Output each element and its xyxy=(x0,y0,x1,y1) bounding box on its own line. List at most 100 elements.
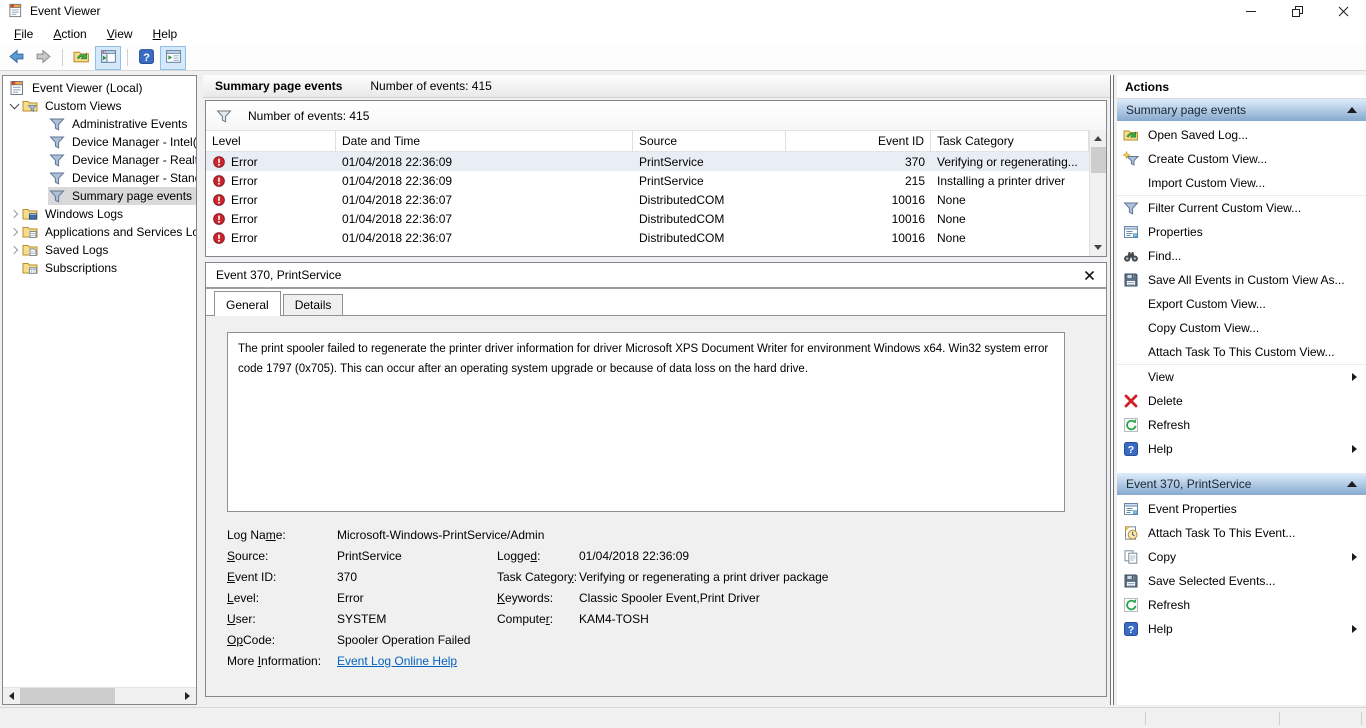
actions-section-summary-page-events[interactable]: Summary page events xyxy=(1117,99,1366,121)
tab-details[interactable]: Details xyxy=(283,294,344,315)
event-id-cell: 10016 xyxy=(786,212,931,226)
tree-item-applications-and-services-lo[interactable]: Applications and Services Lo xyxy=(3,223,196,241)
scrollbar-thumb[interactable] xyxy=(1091,147,1106,173)
close-button[interactable] xyxy=(1320,0,1366,22)
folder-filter-icon xyxy=(22,98,38,114)
tree-expander[interactable] xyxy=(7,211,21,217)
table-row[interactable]: Error01/04/2018 22:36:09PrintService215I… xyxy=(206,171,1106,190)
task-icon xyxy=(1123,525,1139,541)
action-import-custom-view[interactable]: Import Custom View... xyxy=(1117,171,1366,195)
submenu-arrow-icon xyxy=(1352,445,1357,453)
tree-item-device-manager-standa[interactable]: Device Manager - Standa xyxy=(3,169,196,187)
tree-item-device-manager-intel-r[interactable]: Device Manager - Intel(R xyxy=(3,133,196,151)
scroll-left-button[interactable] xyxy=(3,688,20,705)
action-event-properties[interactable]: Event Properties xyxy=(1117,497,1366,521)
action-refresh[interactable]: Refresh xyxy=(1117,413,1366,437)
collapse-icon[interactable] xyxy=(1347,481,1357,487)
table-row[interactable]: Error01/04/2018 22:36:07DistributedCOM10… xyxy=(206,228,1106,247)
menu-view[interactable]: View xyxy=(97,24,143,44)
action-help[interactable]: ?Help xyxy=(1117,437,1366,461)
tree-item-device-manager-realtek[interactable]: Device Manager - Realtek xyxy=(3,151,196,169)
action-attach-task-to-this-event[interactable]: Attach Task To This Event... xyxy=(1117,521,1366,545)
detail-close-button[interactable] xyxy=(1082,268,1096,282)
tree-item-windows-logs[interactable]: Windows Logs xyxy=(3,205,196,223)
forward-arrow-button[interactable] xyxy=(30,46,56,70)
action-filter-current-custom-view[interactable]: Filter Current Custom View... xyxy=(1117,195,1366,220)
column-header-task-category[interactable]: Task Category xyxy=(931,131,1089,152)
menu-file[interactable]: File xyxy=(4,24,43,44)
action-delete[interactable]: Delete xyxy=(1117,389,1366,413)
action-copy-custom-view[interactable]: Copy Custom View... xyxy=(1117,316,1366,340)
tree-item-event-viewer-local[interactable]: Event Viewer (Local) xyxy=(3,79,196,97)
action-copy[interactable]: Copy xyxy=(1117,545,1366,569)
column-header-date-and-time[interactable]: Date and Time xyxy=(336,131,633,152)
restore-button[interactable] xyxy=(1274,0,1320,22)
filter-icon xyxy=(49,152,65,168)
action-label: Event Properties xyxy=(1148,502,1237,516)
action-properties[interactable]: Properties xyxy=(1117,220,1366,244)
tab-general[interactable]: General xyxy=(214,291,281,316)
tree-item-administrative-events[interactable]: Administrative Events xyxy=(3,115,196,133)
events-vertical-scrollbar[interactable] xyxy=(1089,130,1106,256)
event-id-cell: 10016 xyxy=(786,231,931,245)
collapse-icon[interactable] xyxy=(1347,107,1357,113)
action-find[interactable]: Find... xyxy=(1117,244,1366,268)
event-datetime-cell: 01/04/2018 22:36:09 xyxy=(336,174,633,188)
scroll-up-button[interactable] xyxy=(1090,130,1106,147)
column-header-level[interactable]: Level xyxy=(206,131,336,152)
action-save-all-events-in-custom-view-as[interactable]: Save All Events in Custom View As... xyxy=(1117,268,1366,292)
table-row[interactable]: Error01/04/2018 22:36:07DistributedCOM10… xyxy=(206,190,1106,209)
scroll-down-button[interactable] xyxy=(1090,239,1106,256)
event-id-cell: 10016 xyxy=(786,193,931,207)
action-view[interactable]: View xyxy=(1117,364,1366,389)
action-export-custom-view[interactable]: Export Custom View... xyxy=(1117,292,1366,316)
tree-expander[interactable] xyxy=(7,247,21,253)
column-header-source[interactable]: Source xyxy=(633,131,786,152)
scrollbar-thumb[interactable] xyxy=(20,688,115,705)
actions-section-event-370-printservice[interactable]: Event 370, PrintService xyxy=(1117,473,1366,495)
tree-item-custom-views[interactable]: Custom Views xyxy=(3,97,196,115)
field-label-source: Source: xyxy=(227,549,337,563)
tree-item-summary-page-events[interactable]: Summary page events xyxy=(3,187,196,205)
action-label: Save All Events in Custom View As... xyxy=(1148,273,1345,287)
filter-icon xyxy=(49,170,65,186)
pane-splitter[interactable] xyxy=(1110,75,1114,705)
action-refresh[interactable]: Refresh xyxy=(1117,593,1366,617)
filter-event-count: Number of events: 415 xyxy=(248,109,369,123)
action-create-custom-view[interactable]: Create Custom View... xyxy=(1117,147,1366,171)
field-value-keywords: Classic Spooler Event,Print Driver xyxy=(579,591,1088,605)
event-log-online-help-link[interactable]: Event Log Online Help xyxy=(337,654,457,668)
event-taskcategory-cell: Installing a printer driver xyxy=(931,174,1089,188)
action-attach-task-to-this-custom-view[interactable]: Attach Task To This Custom View... xyxy=(1117,340,1366,364)
field-value-source: PrintService xyxy=(337,549,497,563)
statusbar-divider xyxy=(1145,712,1146,725)
field-label-level: Level: xyxy=(227,591,337,605)
app-body: Event Viewer (Local)Custom Views Administ… xyxy=(0,71,1366,707)
tree-expander[interactable] xyxy=(7,229,21,235)
console-tree-button[interactable] xyxy=(95,46,121,70)
table-row[interactable]: Error01/04/2018 22:36:09PrintService370V… xyxy=(206,152,1106,171)
back-arrow-button[interactable] xyxy=(3,46,29,70)
help-button[interactable]: ? xyxy=(133,46,159,70)
table-row[interactable]: Error01/04/2018 22:36:07DistributedCOM10… xyxy=(206,209,1106,228)
help-icon: ? xyxy=(1123,441,1139,457)
open-folder-button[interactable] xyxy=(68,46,94,70)
menu-help[interactable]: Help xyxy=(143,24,188,44)
tree-item-subscriptions[interactable]: Subscriptions xyxy=(3,259,196,277)
tree-item-label: Device Manager - Intel(R xyxy=(72,135,197,149)
tree-expander[interactable] xyxy=(7,104,21,108)
action-save-selected-events[interactable]: Save Selected Events... xyxy=(1117,569,1366,593)
column-header-event-id[interactable]: Event ID xyxy=(786,131,931,152)
scroll-right-button[interactable] xyxy=(179,688,196,705)
menu-action[interactable]: Action xyxy=(43,24,96,44)
tree-item-saved-logs[interactable]: Saved Logs xyxy=(3,241,196,259)
minimize-button[interactable] xyxy=(1228,0,1274,22)
detail-pane-title: Event 370, PrintService xyxy=(216,268,341,282)
action-help[interactable]: ?Help xyxy=(1117,617,1366,641)
tree-horizontal-scrollbar[interactable] xyxy=(3,687,196,704)
action-open-saved-log[interactable]: Open Saved Log... xyxy=(1117,123,1366,147)
event-fields: Log Name:Microsoft-Windows-PrintService/… xyxy=(227,524,1088,671)
tree-item-label: Administrative Events xyxy=(72,117,187,131)
statusbar-divider xyxy=(1361,712,1362,725)
action-pane-button[interactable] xyxy=(160,46,186,70)
